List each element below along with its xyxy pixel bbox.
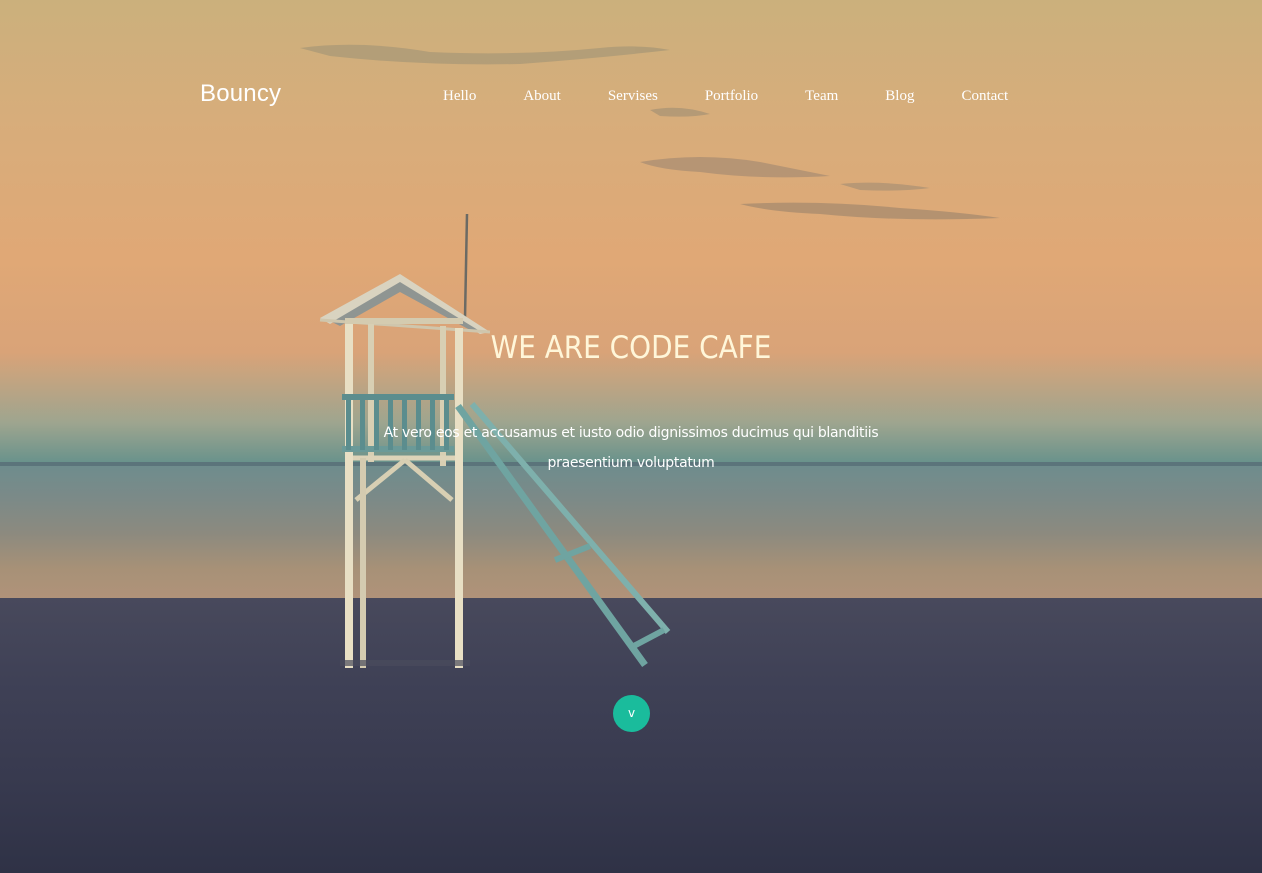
nav-item-blog[interactable]: Blog [885, 86, 914, 106]
nav-item-portfolio[interactable]: Portfolio [705, 86, 758, 106]
chevron-down-icon: v [627, 706, 636, 720]
nav-item-team[interactable]: Team [805, 86, 838, 106]
hero-subtitle-line-1: At vero eos et accusamus et iusto odio d… [383, 425, 879, 441]
nav-item-hello[interactable]: Hello [443, 86, 476, 106]
hero-subtitle: At vero eos et accusamus et iusto odio d… [0, 418, 1262, 478]
scroll-down-button[interactable]: v [613, 695, 650, 732]
hero-title: WE ARE CODE CAFE [490, 330, 772, 366]
hero-section: Bouncy Hello About Servises Portfolio Te… [0, 0, 1262, 873]
nav-item-contact[interactable]: Contact [961, 86, 1008, 106]
hero-subtitle-line-2: praesentium voluptatum [547, 455, 715, 471]
clouds [300, 44, 1000, 220]
nav-item-about[interactable]: About [523, 86, 561, 106]
main-nav: Hello About Servises Portfolio Team Blog… [443, 86, 1008, 106]
nav-item-services[interactable]: Servises [608, 86, 658, 106]
brand-logo[interactable]: Bouncy [200, 80, 281, 108]
